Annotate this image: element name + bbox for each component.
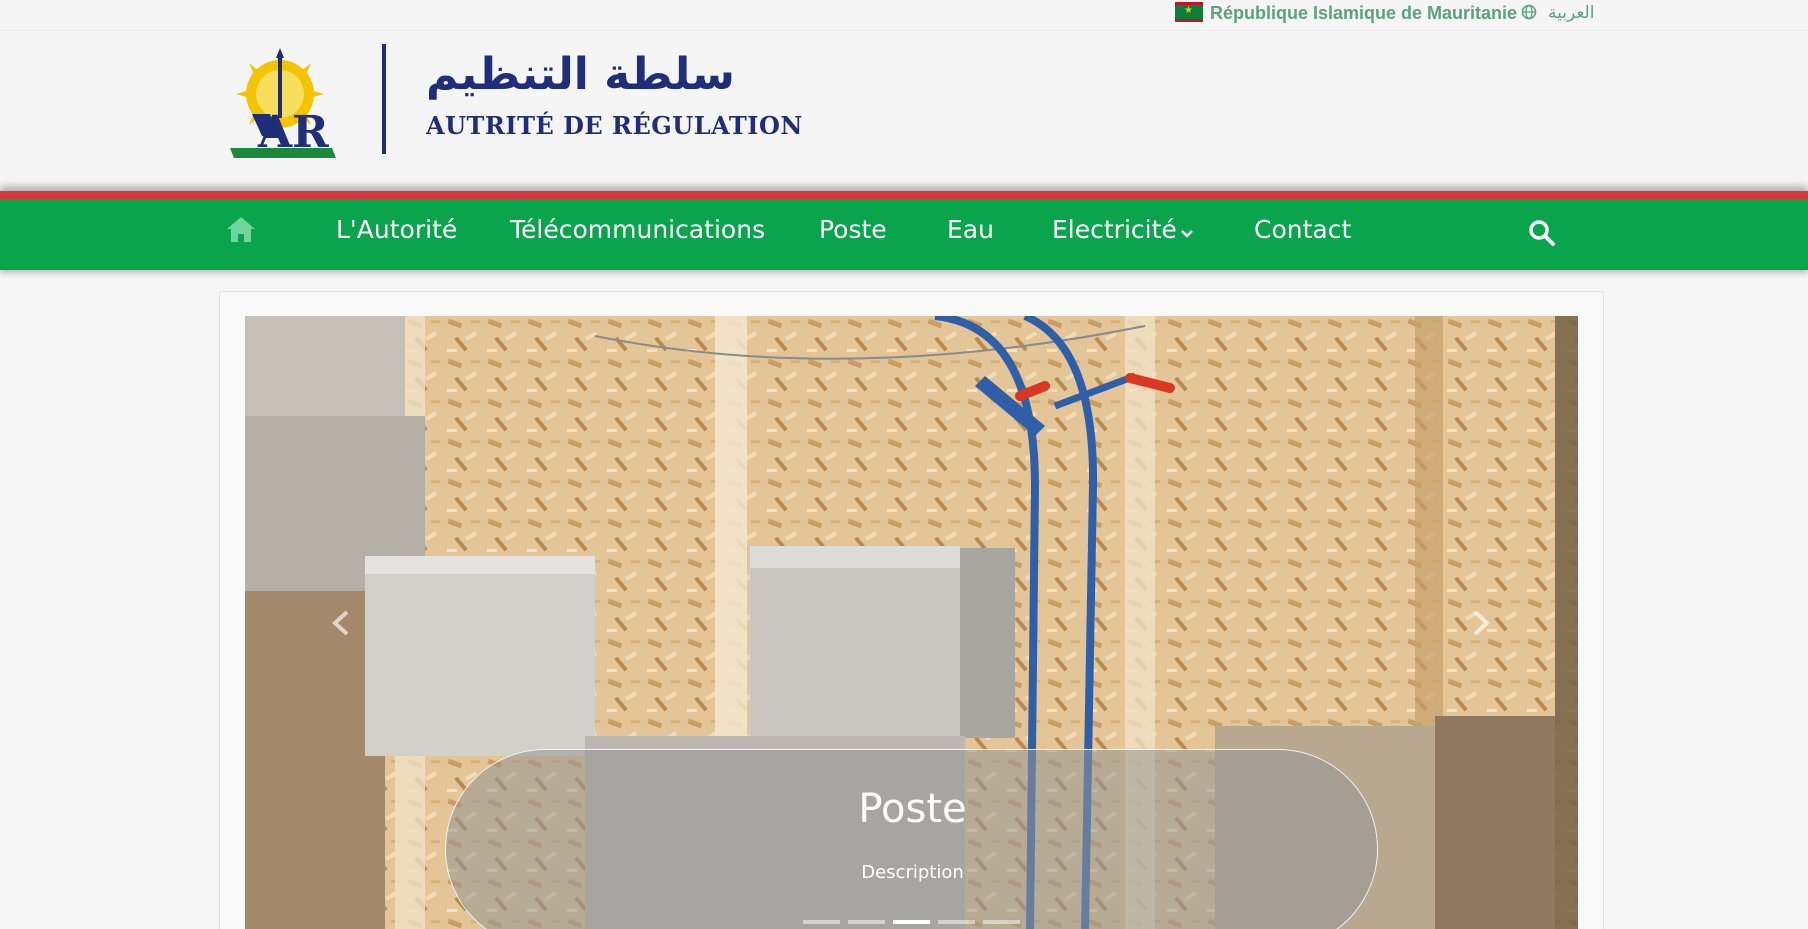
top-bar: ★ République Islamique de Mauritanie الع… (0, 0, 1808, 31)
nav-item-poste[interactable]: Poste (819, 215, 887, 244)
home-icon[interactable] (226, 215, 256, 243)
nav-item-telecommunications[interactable]: Télécommunications (510, 215, 765, 244)
mauritania-flag-icon: ★ (1175, 2, 1203, 22)
main-navigation: L'Autorité Télécommunications Poste Eau … (0, 199, 1808, 270)
carousel-indicator-2[interactable] (848, 920, 885, 924)
carousel-indicator-3[interactable] (893, 920, 930, 924)
search-icon[interactable] (1528, 219, 1556, 247)
nav-accent-line (0, 191, 1808, 199)
carousel-slide: Poste Description (245, 316, 1578, 929)
chevron-down-icon[interactable] (1180, 229, 1194, 239)
country-name: République Islamique de Mauritanie (1210, 3, 1518, 23)
logo-french-text: AUTRITÉ DE RÉGULATION (426, 111, 803, 140)
globe-icon (1521, 4, 1537, 20)
carousel-indicator-5[interactable] (983, 920, 1020, 924)
carousel-caption: Poste Description (445, 749, 1378, 929)
carousel-indicator-4[interactable] (938, 920, 975, 924)
caption-description: Description (861, 862, 964, 883)
carousel-indicator-1[interactable] (803, 920, 840, 924)
nav-item-contact[interactable]: Contact (1254, 215, 1351, 244)
language-switch-link[interactable]: العربية (1548, 3, 1594, 23)
carousel-prev-icon[interactable] (329, 608, 353, 638)
logo-arabic-text: سلطة التنظيم (426, 49, 735, 100)
carousel-next-icon[interactable] (1469, 608, 1493, 638)
nav-item-lautorite[interactable]: L'Autorité (336, 215, 457, 244)
authority-emblem-logo[interactable]: AR (228, 44, 338, 162)
nav-item-electricite[interactable]: Electricité (1052, 215, 1177, 244)
logo-divider (382, 44, 386, 154)
site-header: AR سلطة التنظيم AUTRITÉ DE RÉGULATION (0, 31, 1808, 191)
caption-title: Poste (858, 786, 967, 832)
nav-item-eau[interactable]: Eau (947, 215, 994, 244)
